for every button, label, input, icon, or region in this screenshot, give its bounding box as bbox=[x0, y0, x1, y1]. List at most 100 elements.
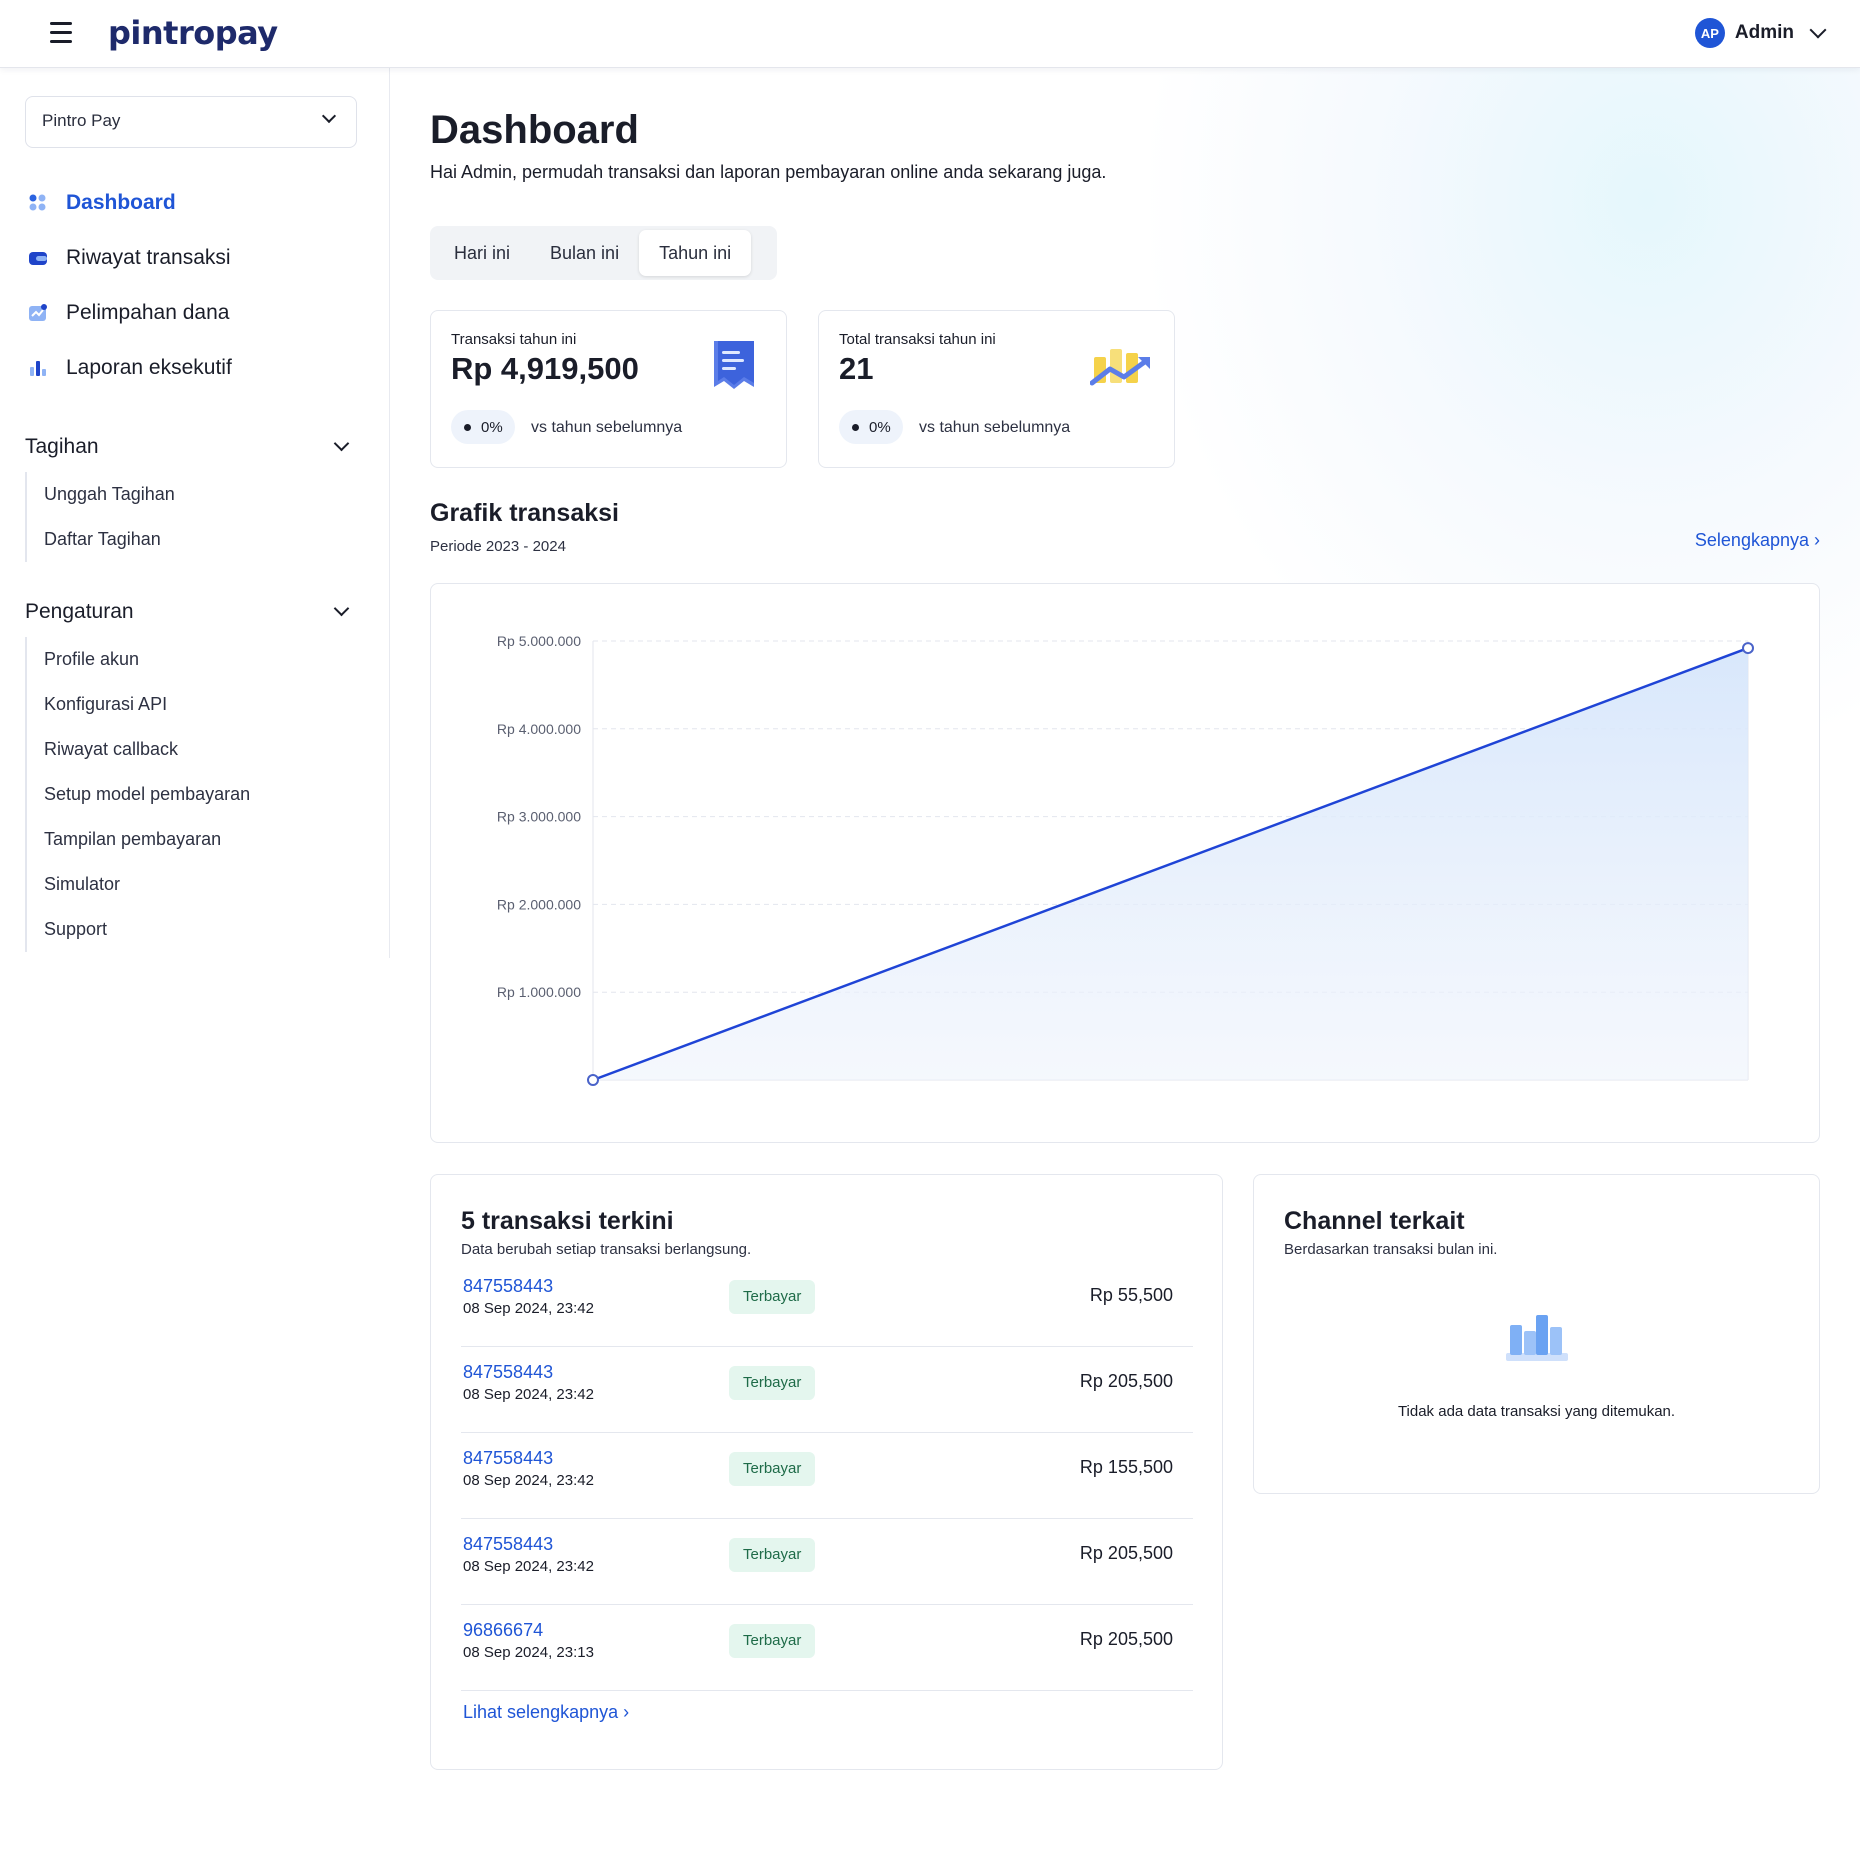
section-pengaturan[interactable]: Pengaturan bbox=[25, 596, 355, 628]
stat-label: Total transaksi tahun ini bbox=[839, 331, 996, 348]
channels-card: Channel terkait Berdasarkan transaksi bu… bbox=[1253, 1174, 1820, 1494]
subnav-pengaturan: Profile akun Konfigurasi API Riwayat cal… bbox=[25, 637, 250, 952]
page-title: Dashboard bbox=[430, 108, 639, 152]
subnav-item-konfigurasi-api[interactable]: Konfigurasi API bbox=[27, 682, 250, 727]
transaction-id-link[interactable]: 96866674 bbox=[463, 1620, 543, 1641]
brand-logo[interactable]: pintropay bbox=[108, 14, 278, 52]
sidebar-item-label: Pelimpahan dana bbox=[66, 301, 230, 324]
recent-transactions-card: 5 transaksi terkini Data berubah setiap … bbox=[430, 1174, 1223, 1770]
section-title: Pengaturan bbox=[25, 600, 134, 623]
status-badge: Terbayar bbox=[729, 1280, 816, 1314]
transaction-id-link[interactable]: 847558443 bbox=[463, 1276, 553, 1297]
stat-card-transaksi: Transaksi tahun ini Rp 4,919,500 0% vs t… bbox=[430, 310, 787, 468]
sidebar-item-riwayat-transaksi[interactable]: Riwayat transaksi bbox=[28, 240, 231, 276]
dot-icon bbox=[464, 423, 471, 431]
transaction-id-link[interactable]: 847558443 bbox=[463, 1362, 553, 1383]
transaction-date: 08 Sep 2024, 23:42 bbox=[463, 1472, 594, 1489]
subnav-item-riwayat-callback[interactable]: Riwayat callback bbox=[27, 727, 250, 772]
subnav-item-support[interactable]: Support bbox=[27, 907, 250, 952]
subnav-item-simulator[interactable]: Simulator bbox=[27, 862, 250, 907]
wallet-icon bbox=[28, 248, 48, 268]
change-badge: 0% bbox=[839, 410, 903, 444]
merchant-select[interactable]: Pintro Pay bbox=[25, 96, 357, 148]
table-row: 847558443 08 Sep 2024, 23:42 Terbayar Rp… bbox=[461, 1433, 1193, 1519]
sidebar-item-label: Laporan eksekutif bbox=[66, 356, 232, 379]
dashboard-icon bbox=[28, 193, 48, 213]
status-badge: Terbayar bbox=[729, 1624, 816, 1658]
empty-bar-chart-icon bbox=[1504, 1313, 1570, 1368]
change-value: 0% bbox=[869, 418, 891, 436]
subnav-item-tampilan-pembayaran[interactable]: Tampilan pembayaran bbox=[27, 817, 250, 862]
tab-tahun-ini[interactable]: Tahun ini bbox=[639, 230, 752, 276]
subnav-item-profile-akun[interactable]: Profile akun bbox=[27, 637, 250, 682]
transaction-amount: Rp 55,500 bbox=[1089, 1285, 1173, 1305]
sidebar-item-label: Dashboard bbox=[66, 191, 176, 214]
page-subtitle: Hai Admin, permudah transaksi dan lapora… bbox=[430, 162, 1107, 182]
chart-subtitle: Periode 2023 - 2024 bbox=[430, 538, 566, 555]
recent-transactions-subtitle: Data berubah setiap transaksi berlangsun… bbox=[461, 1241, 752, 1258]
channels-subtitle: Berdasarkan transaksi bulan ini. bbox=[1284, 1241, 1498, 1258]
transfer-icon bbox=[28, 303, 48, 323]
change-value: 0% bbox=[481, 418, 503, 436]
stat-value: Rp 4,919,500 bbox=[451, 351, 639, 386]
stat-value: 21 bbox=[839, 351, 874, 386]
transaction-amount: Rp 155,500 bbox=[1079, 1457, 1173, 1477]
sidebar: Pintro Pay Dashboard Riwayat transaksi P… bbox=[0, 68, 390, 958]
chevron-down-icon bbox=[333, 435, 350, 451]
transaction-id-link[interactable]: 847558443 bbox=[463, 1534, 553, 1555]
subnav-item-unggah-tagihan[interactable]: Unggah Tagihan bbox=[27, 472, 175, 517]
table-row: 847558443 08 Sep 2024, 23:42 Terbayar Rp… bbox=[461, 1519, 1193, 1605]
sidebar-item-laporan-eksekutif[interactable]: Laporan eksekutif bbox=[28, 350, 232, 386]
table-row: 96866674 08 Sep 2024, 23:13 Terbayar Rp … bbox=[461, 1605, 1193, 1691]
transaction-amount: Rp 205,500 bbox=[1079, 1371, 1173, 1391]
change-note: vs tahun sebelumnya bbox=[919, 419, 1071, 436]
channels-title: Channel terkait bbox=[1284, 1207, 1465, 1235]
see-more-transactions-link[interactable]: Lihat selengkapnya › bbox=[463, 1702, 629, 1723]
subnav-tagihan: Unggah Tagihan Daftar Tagihan bbox=[25, 472, 175, 562]
sidebar-item-pelimpahan-dana[interactable]: Pelimpahan dana bbox=[28, 295, 229, 331]
transaction-date: 08 Sep 2024, 23:42 bbox=[463, 1386, 594, 1403]
subnav-item-setup-model-pembayaran[interactable]: Setup model pembayaran bbox=[27, 772, 250, 817]
section-tagihan[interactable]: Tagihan bbox=[25, 431, 355, 463]
y-tick-label: Rp 4.000.000 bbox=[497, 721, 581, 737]
transaction-amount: Rp 205,500 bbox=[1079, 1629, 1173, 1649]
user-name: Admin bbox=[1734, 22, 1794, 43]
period-tabs: Hari ini Bulan ini Tahun ini bbox=[430, 226, 777, 280]
transaction-date: 08 Sep 2024, 23:42 bbox=[463, 1558, 594, 1575]
chevron-down-icon bbox=[321, 108, 337, 124]
transaction-id-link[interactable]: 847558443 bbox=[463, 1448, 553, 1469]
y-tick-label: Rp 2.000.000 bbox=[497, 896, 581, 912]
sidebar-item-dashboard[interactable]: Dashboard bbox=[28, 185, 176, 221]
y-tick-label: Rp 1.000.000 bbox=[497, 984, 581, 1000]
user-menu[interactable]: AP Admin bbox=[1694, 18, 1827, 48]
recent-transactions-title: 5 transaksi terkini bbox=[461, 1207, 674, 1235]
subnav-item-daftar-tagihan[interactable]: Daftar Tagihan bbox=[27, 517, 175, 562]
tab-hari-ini[interactable]: Hari ini bbox=[434, 230, 530, 276]
bar-chart-icon bbox=[28, 358, 48, 378]
transaction-chart: Rp 5.000.000 Rp 4.000.000 Rp 3.000.000 Rp 2… bbox=[497, 633, 1754, 1086]
top-bar: pintropay AP Admin bbox=[0, 0, 1860, 68]
chart-more-link[interactable]: Selengkapnya › bbox=[1695, 530, 1820, 551]
merchant-select-value: Pintro Pay bbox=[42, 111, 121, 130]
stat-card-total-transaksi: Total transaksi tahun ini 21 0% vs tahun… bbox=[818, 310, 1175, 468]
stat-label: Transaksi tahun ini bbox=[451, 331, 577, 348]
status-badge: Terbayar bbox=[729, 1452, 816, 1486]
tab-bulan-ini[interactable]: Bulan ini bbox=[530, 230, 639, 276]
table-row: 847558443 08 Sep 2024, 23:42 Terbayar Rp… bbox=[461, 1347, 1193, 1433]
y-tick-label: Rp 3.000.000 bbox=[497, 809, 581, 825]
dot-icon bbox=[852, 423, 859, 431]
y-tick-label: Rp 5.000.000 bbox=[497, 633, 581, 649]
chart-card: Rp 5.000.000 Rp 4.000.000 Rp 3.000.000 Rp 2… bbox=[430, 583, 1820, 1143]
status-badge: Terbayar bbox=[729, 1538, 816, 1572]
table-row: 847558443 08 Sep 2024, 23:42 Terbayar Rp… bbox=[461, 1261, 1193, 1347]
avatar: AP bbox=[1694, 18, 1725, 48]
section-title: Tagihan bbox=[25, 435, 99, 458]
chevron-down-icon bbox=[1809, 21, 1827, 39]
empty-state-text: Tidak ada data transaksi yang ditemukan. bbox=[1397, 1403, 1676, 1420]
change-note: vs tahun sebelumnya bbox=[531, 419, 683, 436]
hamburger-menu-icon[interactable] bbox=[50, 22, 78, 46]
sidebar-item-label: Riwayat transaksi bbox=[66, 246, 231, 269]
transaction-amount: Rp 205,500 bbox=[1079, 1543, 1173, 1563]
receipt-icon bbox=[710, 339, 758, 396]
data-point bbox=[1742, 642, 1754, 655]
